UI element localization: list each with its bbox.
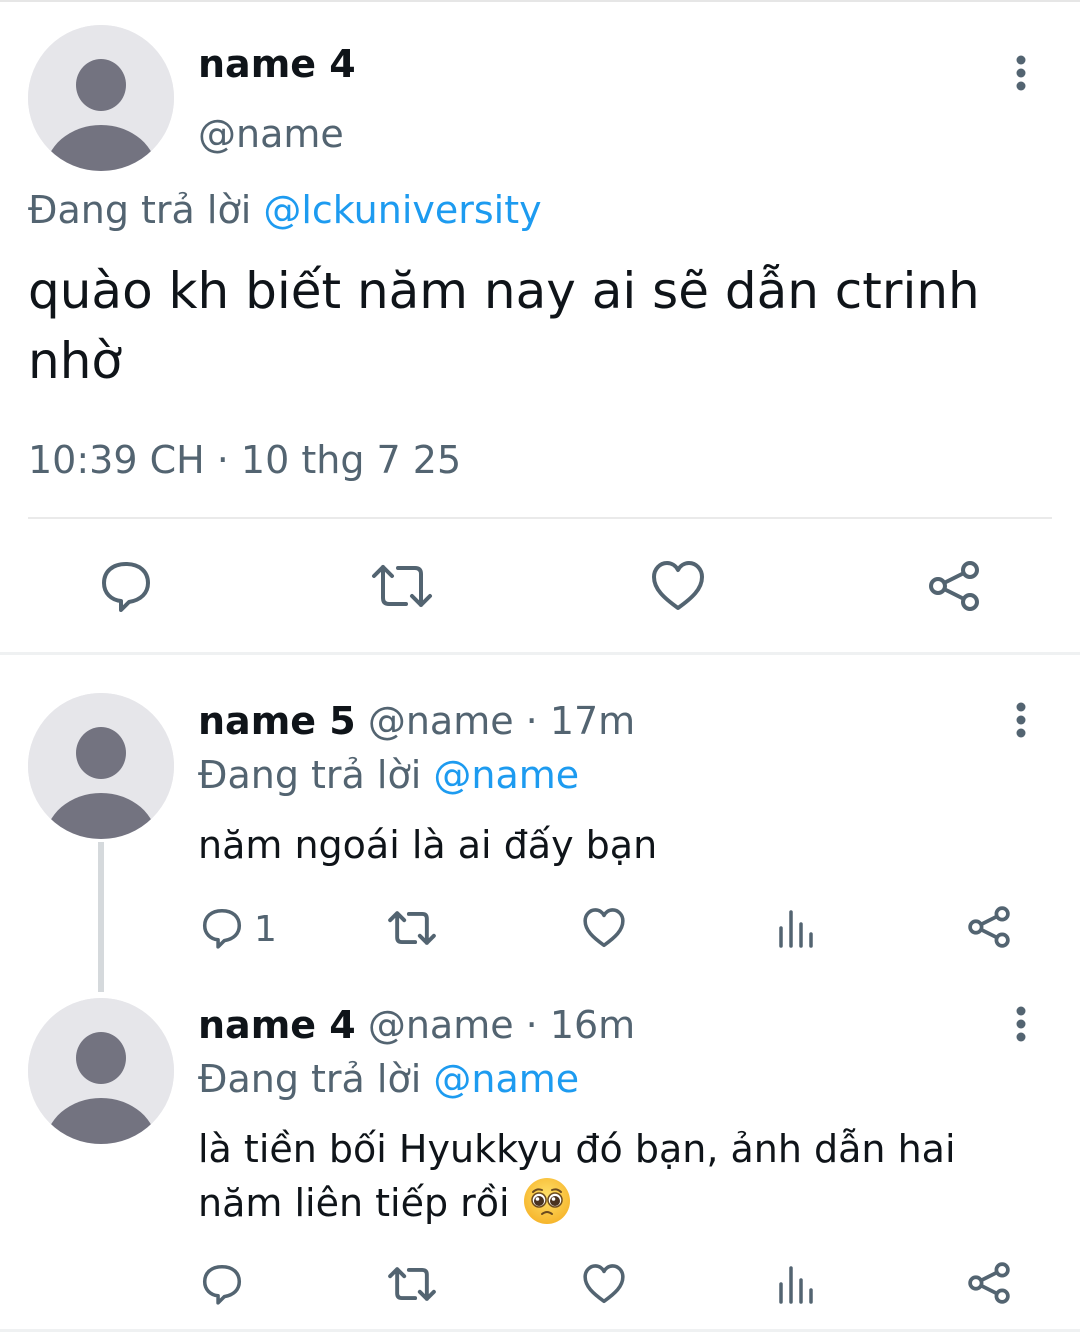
- replying-to: Đang trả lời @name: [198, 753, 579, 797]
- like-icon[interactable]: [582, 906, 626, 950]
- avatar[interactable]: [28, 693, 174, 839]
- share-icon[interactable]: [926, 558, 982, 614]
- pleading-face-emoji-icon: [522, 1176, 572, 1226]
- replying-to: Đang trả lời @lckuniversity: [28, 188, 542, 232]
- reply-icon[interactable]: [200, 1262, 244, 1306]
- replying-to-mention[interactable]: @name: [433, 753, 579, 797]
- replying-to-mention[interactable]: @lckuniversity: [263, 188, 541, 232]
- replying-to: Đang trả lời @name: [198, 1057, 579, 1101]
- replying-to-prefix: Đang trả lời: [198, 753, 434, 797]
- reply-text: là tiền bối Hyukkyu đó bạn, ảnh dẫn hai …: [198, 1122, 1038, 1230]
- like-icon[interactable]: [582, 1262, 626, 1306]
- tweet-text: quào kh biết năm nay ai sẽ dẫn ctrinh nh…: [28, 262, 980, 390]
- reply-header: name 4 @name · 16m: [198, 1003, 635, 1047]
- top-divider: [0, 0, 1080, 2]
- share-icon[interactable]: [966, 1260, 1012, 1306]
- default-avatar-icon: [28, 693, 174, 839]
- replying-to-prefix: Đang trả lời: [28, 188, 264, 232]
- tweet-timestamp[interactable]: 10:39 CH · 10 thg 7 25: [28, 438, 461, 482]
- analytics-icon[interactable]: [776, 906, 816, 950]
- default-avatar-icon: [28, 25, 174, 171]
- reply-time: · 16m: [513, 1003, 636, 1047]
- avatar[interactable]: [28, 998, 174, 1144]
- thread-connector: [98, 842, 104, 992]
- retweet-icon[interactable]: [387, 1262, 437, 1306]
- replying-to-prefix: Đang trả lời: [198, 1057, 434, 1101]
- reply-count: 1: [254, 909, 277, 950]
- author-name[interactable]: name 4: [198, 42, 356, 86]
- reply-time: · 17m: [513, 699, 636, 743]
- retweet-icon[interactable]: [370, 558, 434, 614]
- share-icon[interactable]: [966, 904, 1012, 950]
- divider: [28, 517, 1052, 519]
- reply-text: năm ngoái là ai đấy bạn: [198, 823, 658, 867]
- author-handle[interactable]: @name: [198, 112, 344, 156]
- reply-author-handle[interactable]: @name: [368, 1003, 514, 1047]
- default-avatar-icon: [28, 998, 174, 1144]
- reply-icon[interactable]: [98, 558, 154, 614]
- retweet-icon[interactable]: [387, 906, 437, 950]
- reply-author-handle[interactable]: @name: [368, 699, 514, 743]
- like-icon[interactable]: [650, 558, 706, 614]
- reply-author-name[interactable]: name 4: [198, 1003, 356, 1047]
- reply-icon[interactable]: [200, 906, 244, 950]
- more-options-icon[interactable]: [1001, 48, 1041, 98]
- analytics-icon[interactable]: [776, 1262, 816, 1306]
- reply-author-name[interactable]: name 5: [198, 699, 356, 743]
- bottom-divider: [0, 1329, 1080, 1332]
- reply-header: name 5 @name · 17m: [198, 699, 635, 743]
- replying-to-mention[interactable]: @name: [433, 1057, 579, 1101]
- more-options-icon[interactable]: [1001, 999, 1041, 1049]
- more-options-icon[interactable]: [1001, 695, 1041, 745]
- reply-text-content: là tiền bối Hyukkyu đó bạn, ảnh dẫn hai …: [198, 1127, 956, 1225]
- avatar[interactable]: [28, 25, 174, 171]
- section-divider: [0, 652, 1080, 655]
